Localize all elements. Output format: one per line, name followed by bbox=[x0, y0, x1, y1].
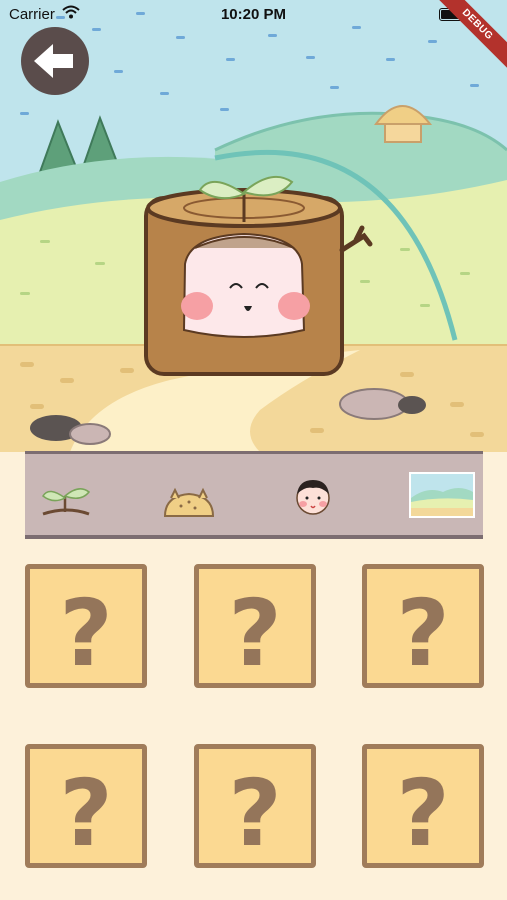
arrow-left-icon bbox=[34, 44, 73, 78]
card-label: ? bbox=[59, 760, 112, 863]
mystery-card[interactable]: ? bbox=[194, 744, 316, 868]
question-mark-icon: ? bbox=[59, 760, 112, 863]
face-icon bbox=[296, 480, 330, 515]
question-mark-icon: ? bbox=[59, 580, 112, 683]
stump-icon bbox=[163, 487, 215, 517]
card-label: ? bbox=[228, 760, 281, 863]
mystery-card[interactable]: ? bbox=[25, 564, 147, 688]
stage-item-sprout[interactable] bbox=[37, 468, 97, 524]
question-mark-icon: ? bbox=[228, 760, 281, 863]
card-label: ? bbox=[396, 580, 449, 683]
stage-item-face[interactable] bbox=[283, 468, 343, 524]
status-time: 10:20 PM bbox=[220, 6, 287, 23]
stage-item-background[interactable] bbox=[409, 472, 475, 518]
stage-strip bbox=[25, 451, 483, 539]
question-mark-icon: ? bbox=[396, 580, 449, 683]
back-button[interactable] bbox=[21, 27, 89, 95]
mystery-card[interactable]: ? bbox=[25, 744, 147, 868]
background-thumbnail bbox=[411, 474, 473, 516]
sprout-icon bbox=[42, 488, 91, 516]
card-label: ? bbox=[59, 580, 112, 683]
question-mark-icon: ? bbox=[396, 760, 449, 863]
status-bar: Carrier 10:20 PM bbox=[0, 0, 507, 30]
card-label: ? bbox=[396, 760, 449, 863]
mystery-card[interactable]: ? bbox=[194, 564, 316, 688]
mystery-card[interactable]: ? bbox=[362, 744, 484, 868]
mystery-card[interactable]: ? bbox=[362, 564, 484, 688]
card-label: ? bbox=[228, 580, 281, 683]
stage-item-stump[interactable] bbox=[159, 468, 219, 524]
question-mark-icon: ? bbox=[228, 580, 281, 683]
